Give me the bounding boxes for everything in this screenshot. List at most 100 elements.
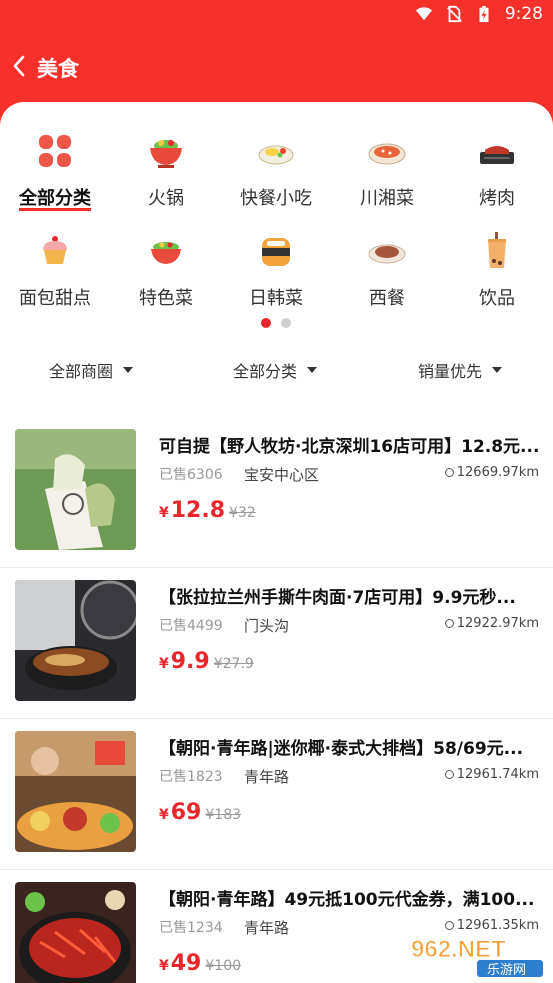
specialty-bowl-icon bbox=[151, 242, 181, 264]
deal-thumbnail bbox=[15, 429, 136, 550]
deal-sold-count: 已售6306 bbox=[159, 467, 223, 483]
no-sim-icon bbox=[446, 5, 462, 23]
status-bar: 9:28 bbox=[0, 0, 553, 32]
location-pin-icon bbox=[444, 770, 454, 779]
category-specialty[interactable]: 特色菜 bbox=[111, 230, 221, 310]
deal-area: 宝安中心区 bbox=[244, 466, 320, 484]
page-indicator bbox=[261, 318, 291, 328]
currency-symbol: ¥ bbox=[159, 656, 169, 672]
filter-category[interactable]: 全部分类 bbox=[233, 358, 318, 382]
deal-distance: 12669.97km bbox=[444, 465, 539, 480]
deal-area: 青年路 bbox=[244, 919, 290, 937]
content-panel: 全部分类 火锅 快餐小吃 川湘菜 烤肉 面包甜点 特色菜 日韩菜 西餐 饮品 全… bbox=[0, 102, 553, 983]
deal-distance: 12961.74km bbox=[444, 767, 539, 782]
price-value: 9.9 bbox=[170, 649, 210, 674]
battery-charging-icon bbox=[479, 5, 489, 23]
caret-down-icon bbox=[123, 367, 134, 373]
deal-sold-count: 已售1823 bbox=[159, 769, 223, 785]
filter-bar: 全部商圈 全部分类 销量优先 bbox=[0, 358, 553, 384]
deal-area: 青年路 bbox=[244, 768, 290, 786]
watermark-logo: 962.NET 乐游网 bbox=[411, 936, 543, 978]
filter-label: 销量优先 bbox=[418, 362, 483, 381]
category-label: 川湘菜 bbox=[360, 188, 414, 209]
category-jpkr[interactable]: 日韩菜 bbox=[221, 230, 331, 310]
hotpot-icon bbox=[150, 140, 182, 168]
category-label: 面包甜点 bbox=[19, 288, 91, 309]
category-label: 烤肉 bbox=[479, 188, 515, 209]
nav-bar: 美食 bbox=[0, 44, 553, 88]
currency-symbol: ¥ bbox=[159, 505, 169, 521]
deal-price: ¥ 12.8 ¥32 bbox=[159, 498, 256, 523]
deal-title: 【朝阳·青年路|迷你椰·泰式大排档】58/69元... bbox=[159, 739, 524, 759]
divider bbox=[0, 718, 553, 719]
deal-thumbnail bbox=[15, 882, 136, 983]
category-western[interactable]: 西餐 bbox=[332, 230, 442, 310]
currency-symbol: ¥ bbox=[159, 958, 169, 974]
currency-symbol: ¥ bbox=[159, 807, 169, 823]
caret-down-icon bbox=[492, 367, 503, 373]
sushi-icon bbox=[262, 238, 290, 266]
chevron-left-icon bbox=[13, 55, 25, 77]
divider bbox=[0, 869, 553, 870]
original-price: ¥32 bbox=[229, 505, 256, 521]
category-bbq[interactable]: 烤肉 bbox=[442, 130, 552, 210]
fast-food-icon bbox=[258, 145, 294, 165]
deal-item[interactable]: 【张拉拉兰州手撕牛肉面·7店可用】9.9元秒... 已售4499 门头沟 129… bbox=[0, 575, 553, 725]
original-price: ¥27.9 bbox=[213, 656, 254, 672]
category-fast-food[interactable]: 快餐小吃 bbox=[221, 130, 331, 210]
deal-sold-count: 已售4499 bbox=[159, 618, 223, 634]
location-pin-icon bbox=[444, 619, 454, 628]
back-button[interactable] bbox=[8, 52, 32, 80]
category-label: 快餐小吃 bbox=[240, 188, 312, 209]
caret-down-icon bbox=[307, 367, 318, 373]
deal-distance: 12922.97km bbox=[444, 616, 539, 631]
page-title: 美食 bbox=[37, 57, 79, 81]
location-pin-icon bbox=[444, 921, 454, 930]
bbq-icon bbox=[480, 146, 514, 164]
price-value: 12.8 bbox=[170, 498, 226, 523]
filter-business-area[interactable]: 全部商圈 bbox=[49, 358, 134, 382]
category-label: 特色菜 bbox=[139, 288, 193, 309]
deal-price: ¥ 49 ¥100 bbox=[159, 951, 241, 976]
grid-icon bbox=[39, 135, 71, 167]
category-dessert[interactable]: 面包甜点 bbox=[0, 230, 110, 310]
deal-sold-count: 已售1234 bbox=[159, 920, 223, 936]
deal-thumbnail bbox=[15, 731, 136, 852]
deal-title: 【张拉拉兰州手撕牛肉面·7店可用】9.9元秒... bbox=[159, 588, 516, 608]
original-price: ¥183 bbox=[205, 807, 242, 823]
distance-value: 12961.35km bbox=[456, 918, 539, 933]
deal-title: 【朝阳·青年路】49元抵100元代金券，满100... bbox=[159, 890, 535, 910]
distance-value: 12961.74km bbox=[456, 767, 539, 782]
deal-title: 可自提【野人牧坊·北京深圳16店可用】12.8元... bbox=[159, 437, 540, 457]
category-label: 饮品 bbox=[479, 288, 515, 309]
price-value: 49 bbox=[170, 951, 202, 976]
category-label: 全部分类 bbox=[19, 188, 91, 209]
distance-value: 12922.97km bbox=[456, 616, 539, 631]
deal-item[interactable]: 可自提【野人牧坊·北京深圳16店可用】12.8元... 已售6306 宝安中心区… bbox=[0, 424, 553, 574]
page-dot bbox=[281, 318, 291, 328]
deal-area: 门头沟 bbox=[244, 617, 290, 635]
category-sichuan[interactable]: 川湘菜 bbox=[332, 130, 442, 210]
deal-item[interactable]: 【朝阳·青年路|迷你椰·泰式大排档】58/69元... 已售1823 青年路 1… bbox=[0, 726, 553, 876]
steak-icon bbox=[368, 244, 406, 264]
deal-distance: 12961.35km bbox=[444, 918, 539, 933]
wifi-icon bbox=[415, 7, 432, 21]
price-value: 69 bbox=[170, 800, 202, 825]
clock: 9:28 bbox=[504, 4, 543, 24]
page-dot-active bbox=[261, 318, 271, 328]
svg-text:乐游网: 乐游网 bbox=[487, 963, 526, 978]
divider bbox=[0, 567, 553, 568]
category-label: 西餐 bbox=[369, 288, 405, 309]
deal-thumbnail bbox=[15, 580, 136, 701]
category-drinks[interactable]: 饮品 bbox=[442, 230, 552, 310]
filter-sort[interactable]: 销量优先 bbox=[418, 358, 503, 382]
filter-label: 全部分类 bbox=[233, 362, 298, 381]
category-all[interactable]: 全部分类 bbox=[0, 130, 110, 210]
drink-icon bbox=[488, 232, 506, 268]
location-pin-icon bbox=[444, 468, 454, 477]
deal-price: ¥ 69 ¥183 bbox=[159, 800, 241, 825]
deal-price: ¥ 9.9 ¥27.9 bbox=[159, 649, 254, 674]
cupcake-icon bbox=[43, 236, 67, 264]
filter-label: 全部商圈 bbox=[49, 362, 114, 381]
category-hotpot[interactable]: 火锅 bbox=[111, 130, 221, 210]
